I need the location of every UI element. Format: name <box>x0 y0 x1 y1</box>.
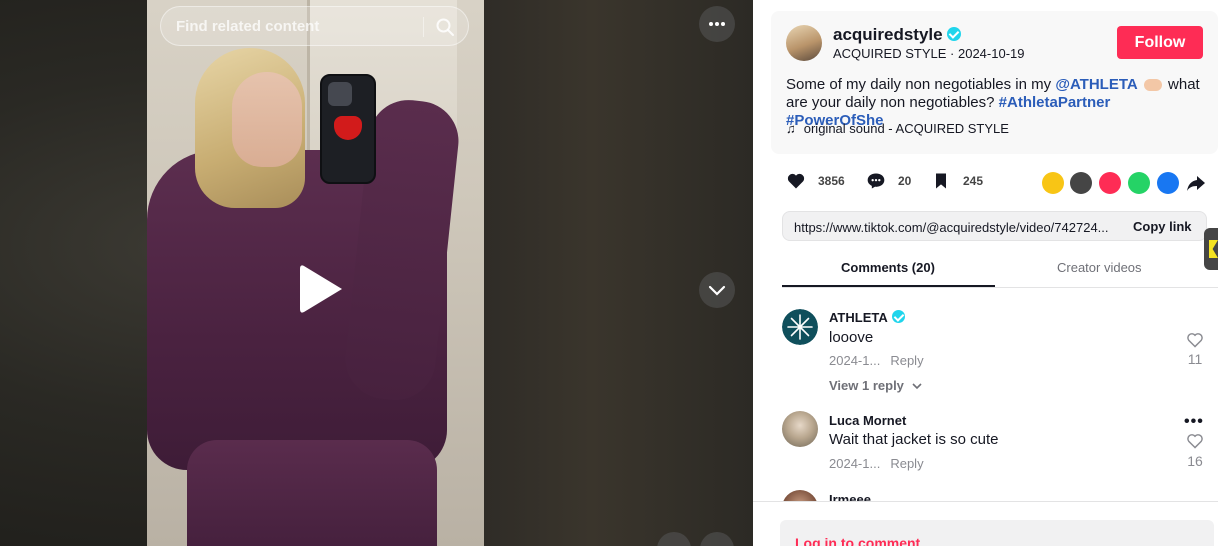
chevron-down-icon <box>708 285 726 296</box>
verified-badge-icon <box>891 310 905 324</box>
follow-button[interactable]: Follow <box>1117 26 1203 59</box>
author-nickname: ACQUIRED STYLE <box>833 46 947 61</box>
copy-link-button[interactable]: Copy link <box>1133 219 1192 234</box>
facebook-icon[interactable] <box>1157 172 1179 194</box>
phone-heart <box>334 116 362 140</box>
phone-camera <box>328 82 352 106</box>
video-player[interactable]: Find related content <box>0 0 753 546</box>
video-url[interactable]: https://www.tiktok.com/@acquiredstyle/vi… <box>794 220 1134 235</box>
like-button[interactable]: 3856 <box>786 171 845 191</box>
verified-badge-icon <box>946 26 961 41</box>
chevron-down-icon <box>911 383 922 390</box>
share-icon[interactable] <box>1186 174 1206 192</box>
whatsapp-icon[interactable] <box>1128 172 1150 194</box>
comment-text: Wait that jacket is so cute <box>829 431 999 448</box>
clap-emoji-icon <box>1143 79 1162 92</box>
search-icon[interactable] <box>435 17 455 37</box>
save-count: 245 <box>963 174 984 188</box>
description-text-1: Some of my daily non negotiables in my <box>786 76 1056 93</box>
comment-date: 2024-1... <box>829 353 881 368</box>
play-icon[interactable] <box>296 262 346 316</box>
comment-count: 20 <box>898 174 912 188</box>
mention-link[interactable]: @ATHLETA <box>1055 76 1137 93</box>
active-tab-indicator <box>782 285 995 287</box>
author-avatar[interactable] <box>786 25 822 61</box>
save-button[interactable]: 245 <box>931 171 983 191</box>
reply-button[interactable]: Reply <box>890 353 923 368</box>
comment-like-count: 16 <box>1187 453 1203 469</box>
hashtag-link-1[interactable]: #AthletaPartner <box>999 94 1111 111</box>
embed-icon[interactable] <box>1070 172 1092 194</box>
login-to-comment-link[interactable]: Log in to comment <box>795 535 920 546</box>
comment-username[interactable]: ATHLETA <box>829 310 905 325</box>
comment-icon <box>867 173 885 189</box>
heart-icon <box>787 173 805 189</box>
sound-link[interactable]: ♫ original sound - ACQUIRED STYLE <box>786 121 1009 136</box>
tab-comments[interactable]: Comments (20) <box>841 260 935 275</box>
more-icon <box>709 22 725 26</box>
login-to-comment-box[interactable]: Log in to comment <box>780 520 1214 546</box>
search-input[interactable]: Find related content <box>176 18 319 35</box>
video-link-box: https://www.tiktok.com/@acquiredstyle/vi… <box>782 211 1207 241</box>
author-username-text[interactable]: acquiredstyle <box>833 25 943 44</box>
like-count: 3856 <box>818 174 845 188</box>
comment-text: looove <box>829 329 874 346</box>
comment-username[interactable]: Luca Mornet <box>829 413 906 428</box>
next-video-button[interactable] <box>699 272 735 308</box>
comment-meta: 2024-1... Reply <box>829 353 924 368</box>
search-bar[interactable]: Find related content <box>160 6 469 46</box>
send-to-friends-icon[interactable] <box>1099 172 1121 194</box>
view-replies-label[interactable]: View 1 reply <box>829 378 904 393</box>
comment-avatar[interactable] <box>782 411 818 447</box>
comment-list: ATHLETA looove 2024-1... Reply View 1 rep… <box>753 289 1218 501</box>
comment-more-icon[interactable]: ••• <box>1184 413 1204 431</box>
comment-meta: 2024-1... Reply <box>829 456 924 471</box>
sound-label[interactable]: original sound - ACQUIRED STYLE <box>804 121 1009 136</box>
comment-button[interactable]: 20 <box>866 171 911 191</box>
video-person-face <box>232 72 302 167</box>
video-phone <box>320 74 376 184</box>
comment-username[interactable]: Irmeee <box>829 492 871 501</box>
comment-avatar[interactable] <box>782 490 818 501</box>
view-replies-button[interactable]: View 1 reply <box>829 378 922 393</box>
comment-like-icon[interactable] <box>1186 332 1204 348</box>
author-username[interactable]: acquiredstyle <box>833 25 961 45</box>
music-note-icon: ♫ <box>786 121 796 136</box>
comment-like-icon[interactable] <box>1186 433 1204 449</box>
search-divider <box>423 17 424 37</box>
panel-tabs: Comments (20) Creator videos <box>782 248 1218 288</box>
author-subline: ACQUIRED STYLE · 2024-10-19 <box>833 46 1025 61</box>
comment-like-count: 11 <box>1187 351 1203 367</box>
comment-username-text[interactable]: ATHLETA <box>829 310 888 325</box>
more-options-button[interactable] <box>699 6 735 42</box>
reply-button[interactable]: Reply <box>890 456 923 471</box>
athleta-avatar[interactable] <box>782 309 818 345</box>
bookmark-icon <box>936 173 946 189</box>
comment-date: 2024-1... <box>829 456 881 471</box>
video-person-legs <box>187 440 437 546</box>
post-date: 2024-10-19 <box>957 46 1025 61</box>
repost-icon[interactable] <box>1042 172 1064 194</box>
tab-creator-videos[interactable]: Creator videos <box>1057 260 1142 275</box>
